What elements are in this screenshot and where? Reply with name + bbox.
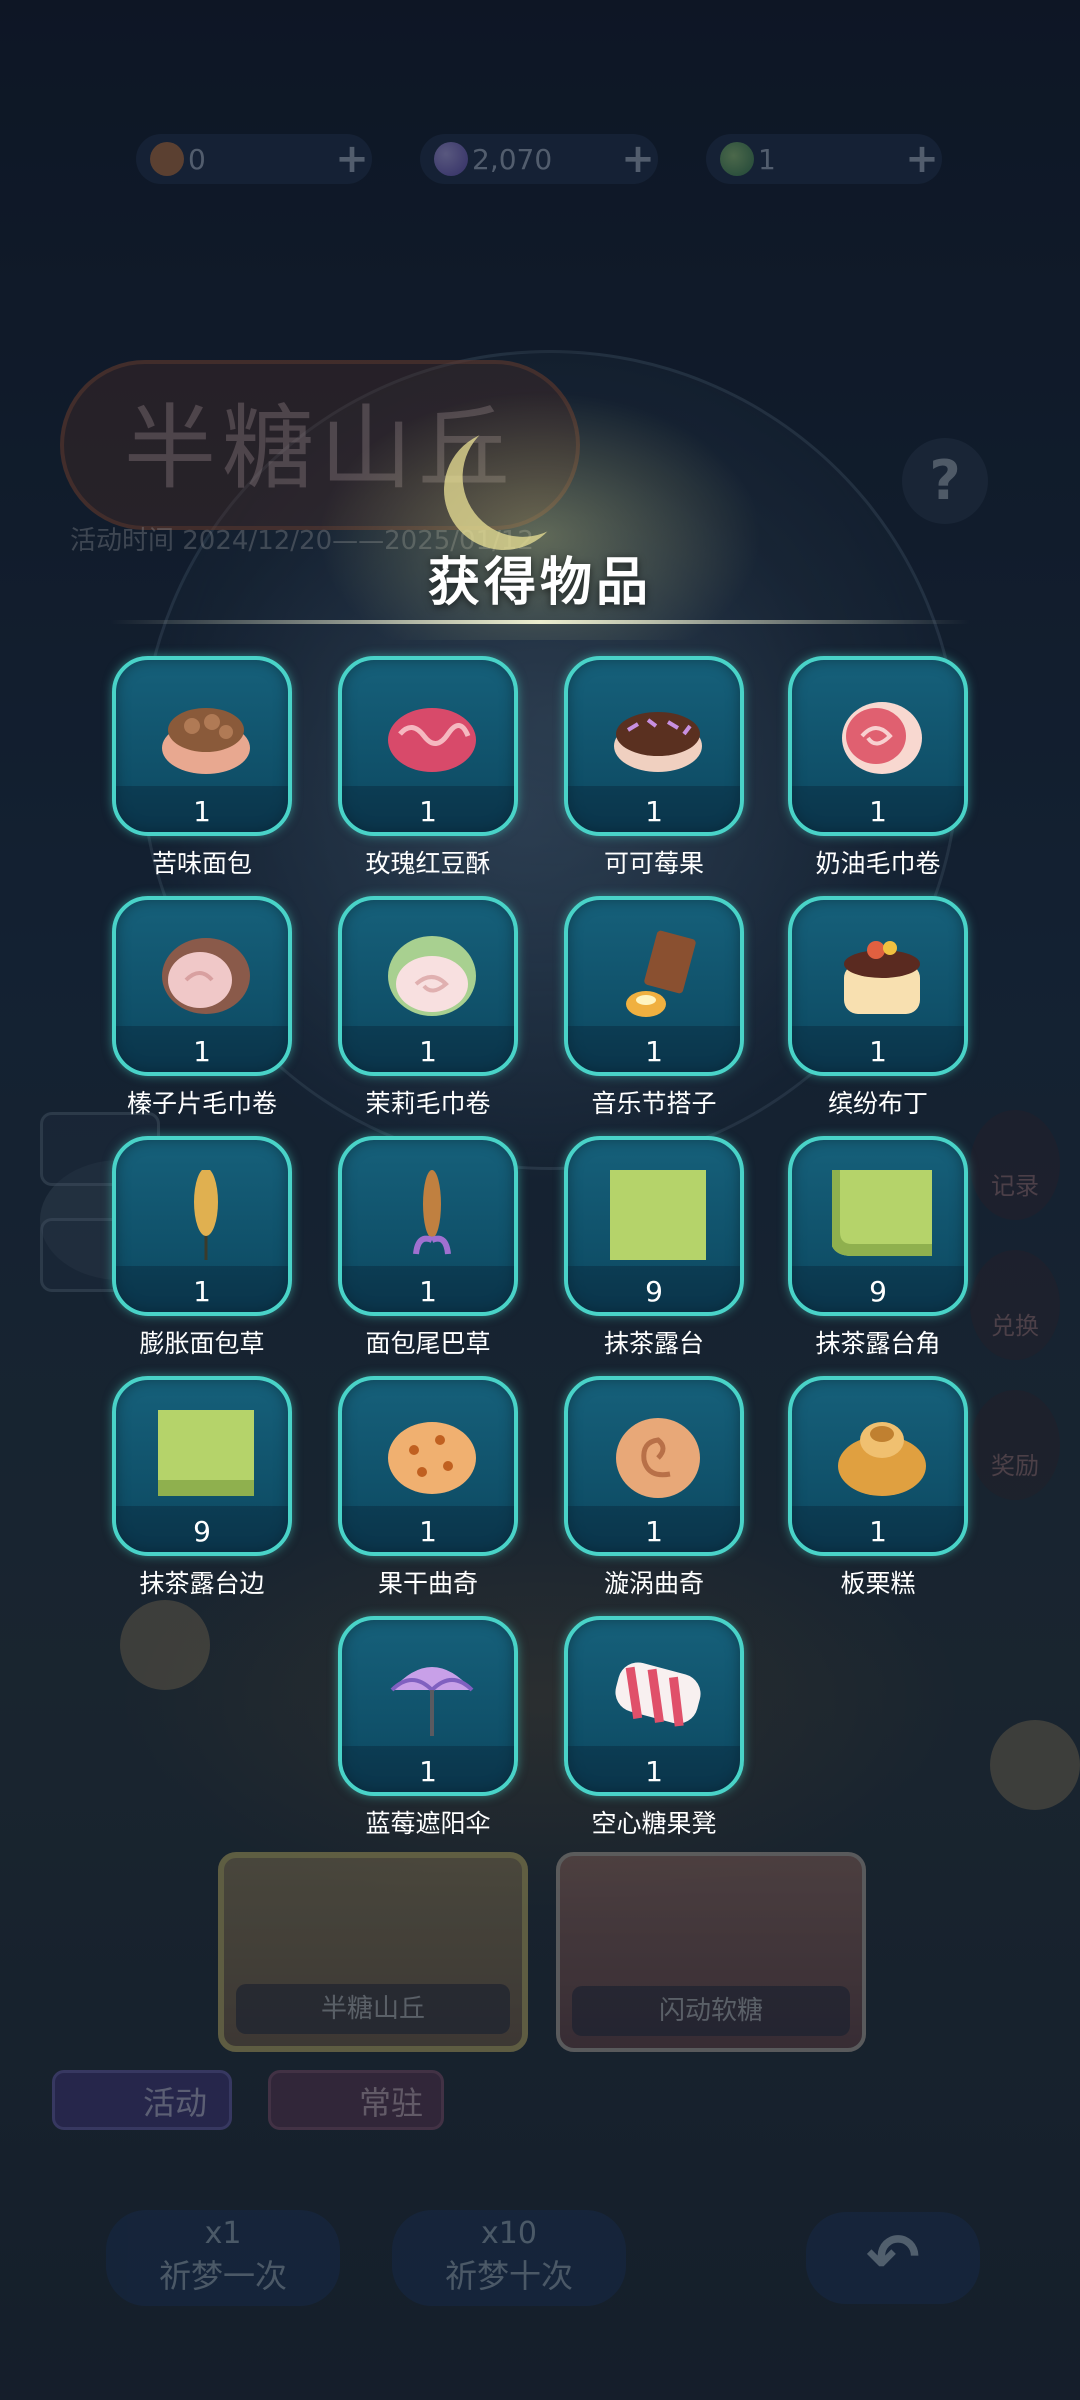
reward-item-quantity: 1 <box>869 1035 887 1068</box>
reward-item[interactable]: 1 空心糖果凳 <box>564 1616 744 1840</box>
reward-item-card[interactable]: 1 <box>564 1376 744 1556</box>
matcha-corner-tile-icon <box>830 1170 932 1260</box>
reward-item[interactable]: 9 抹茶露台 <box>564 1136 744 1360</box>
reward-item-quantity: 1 <box>193 1275 211 1308</box>
title-divider <box>110 620 970 624</box>
reward-item-card[interactable]: 1 <box>338 1376 518 1556</box>
reward-item-card[interactable]: 9 <box>788 1136 968 1316</box>
reward-item-card[interactable]: 1 <box>338 1136 518 1316</box>
reward-item-name: 抹茶露台角 <box>815 1329 941 1358</box>
reward-item-quantity: 1 <box>869 1515 887 1548</box>
reward-item-card[interactable]: 1 <box>112 896 292 1076</box>
reward-item[interactable]: 1 板栗糕 <box>788 1376 968 1600</box>
hazelnut-roll-icon <box>156 930 256 1020</box>
reward-item[interactable]: 1 奶油毛巾卷 <box>788 656 968 880</box>
dried-fruit-cookie-icon <box>382 1410 482 1500</box>
reward-item-name: 茉莉毛巾卷 <box>365 1089 491 1118</box>
bread-stick-plant-icon <box>156 1168 256 1260</box>
reward-item-name: 可可莓果 <box>603 849 704 878</box>
reward-item-quantity: 1 <box>419 1515 437 1548</box>
panel-title: 获得物品 <box>427 553 652 613</box>
reward-item-name: 抹茶露台 <box>603 1329 704 1358</box>
reward-item-card[interactable]: 1 <box>564 896 744 1076</box>
reward-item-quantity: 9 <box>193 1515 211 1548</box>
reward-item-name: 缤纷布丁 <box>827 1089 928 1118</box>
reward-item[interactable]: 1 茉莉毛巾卷 <box>338 896 518 1120</box>
reward-item-card[interactable]: 1 <box>788 896 968 1076</box>
reward-item[interactable]: 1 榛子片毛巾卷 <box>112 896 292 1120</box>
jasmine-roll-icon <box>382 930 482 1020</box>
reward-item[interactable]: 1 玫瑰红豆酥 <box>338 656 518 880</box>
reward-item-card[interactable]: 1 <box>338 656 518 836</box>
fruit-pudding-icon <box>832 930 932 1020</box>
reward-item[interactable]: 9 抹茶露台边 <box>112 1376 292 1600</box>
reward-item-quantity: 1 <box>645 795 663 828</box>
reward-item[interactable]: 1 音乐节搭子 <box>564 896 744 1120</box>
reward-item-quantity: 1 <box>645 1755 663 1788</box>
reward-item-name: 玫瑰红豆酥 <box>365 849 491 878</box>
reward-item-card[interactable]: 1 <box>112 656 292 836</box>
reward-item-card[interactable]: 1 <box>788 1376 968 1556</box>
reward-item-card[interactable]: 1 <box>564 1616 744 1796</box>
matcha-tile-icon <box>608 1168 708 1266</box>
reward-item-card[interactable]: 1 <box>788 656 968 836</box>
reward-item-quantity: 1 <box>193 1035 211 1068</box>
candy-stool-icon <box>608 1650 708 1740</box>
reward-item-card[interactable]: 9 <box>112 1376 292 1556</box>
reward-item[interactable]: 1 缤纷布丁 <box>788 896 968 1120</box>
reward-item-quantity: 1 <box>419 1755 437 1788</box>
reward-item-name: 板栗糕 <box>840 1569 916 1598</box>
reward-item-quantity: 1 <box>869 795 887 828</box>
chestnut-cake-icon <box>832 1410 932 1500</box>
blueberry-parasol-icon <box>382 1650 482 1740</box>
rose-pastry-icon <box>382 690 482 780</box>
reward-item-card[interactable]: 9 <box>564 1136 744 1316</box>
reward-item-name: 奶油毛巾卷 <box>815 849 941 878</box>
reward-item-card[interactable]: 1 <box>564 656 744 836</box>
reward-item-card[interactable]: 1 <box>338 1616 518 1796</box>
reward-item-quantity: 9 <box>869 1275 887 1308</box>
reward-item-quantity: 1 <box>419 1275 437 1308</box>
cream-roll-icon <box>832 690 932 780</box>
reward-item-name: 面包尾巴草 <box>365 1329 491 1358</box>
reward-item[interactable]: 1 膨胀面包草 <box>112 1136 292 1360</box>
reward-item-card[interactable]: 1 <box>112 1136 292 1316</box>
reward-item-name: 空心糖果凳 <box>591 1809 717 1838</box>
reward-item-name: 膨胀面包草 <box>139 1329 265 1358</box>
reward-item-quantity: 1 <box>645 1035 663 1068</box>
reward-item-name: 果干曲奇 <box>377 1569 478 1598</box>
reward-item-card[interactable]: 1 <box>338 896 518 1076</box>
reward-item-name: 抹茶露台边 <box>139 1569 265 1598</box>
swirl-cookie-icon <box>608 1410 708 1500</box>
reward-item[interactable]: 9 抹茶露台角 <box>788 1136 968 1360</box>
reward-item-quantity: 1 <box>419 795 437 828</box>
baguette-flower-icon <box>382 1170 482 1260</box>
chocolate-bar-pudding-icon <box>608 930 708 1020</box>
reward-item-name: 苦味面包 <box>151 849 252 878</box>
reward-item-name: 蓝莓遮阳伞 <box>365 1809 491 1838</box>
matcha-edge-tile-icon <box>156 1410 256 1500</box>
reward-item[interactable]: 1 果干曲奇 <box>338 1376 518 1600</box>
reward-item[interactable]: 1 苦味面包 <box>112 656 292 880</box>
reward-item-name: 音乐节搭子 <box>591 1089 717 1118</box>
reward-item-quantity: 1 <box>193 795 211 828</box>
chocolate-bread-icon <box>156 690 256 780</box>
reward-item-name: 漩涡曲奇 <box>603 1569 704 1598</box>
reward-item-name: 榛子片毛巾卷 <box>126 1089 277 1118</box>
cocoa-donut-icon <box>608 690 708 780</box>
reward-item[interactable]: 1 面包尾巴草 <box>338 1136 518 1360</box>
reward-item[interactable]: 1 可可莓果 <box>564 656 744 880</box>
reward-item-quantity: 1 <box>645 1515 663 1548</box>
reward-item[interactable]: 1 蓝莓遮阳伞 <box>338 1616 518 1840</box>
reward-item[interactable]: 1 漩涡曲奇 <box>564 1376 744 1600</box>
game-screen: 半糖山丘 活动时间 2024/12/20——2025/01/12 ? 记录 兑换… <box>0 0 1080 2400</box>
reward-item-quantity: 1 <box>419 1035 437 1068</box>
reward-item-quantity: 9 <box>645 1275 663 1308</box>
